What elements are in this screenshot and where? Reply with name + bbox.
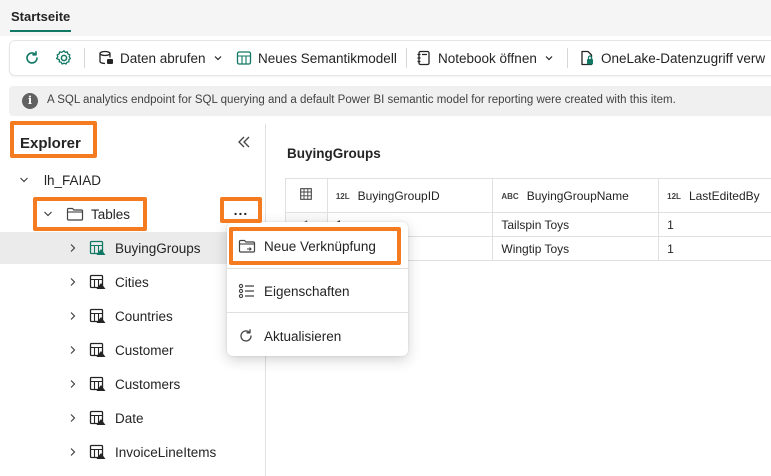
- table-label: InvoiceLineItems: [115, 444, 217, 460]
- table-label: Countries: [115, 308, 173, 324]
- explorer-title: Explorer: [20, 135, 81, 152]
- tree-item-lakehouse[interactable]: lh_FAIAD: [0, 164, 266, 196]
- open-notebook-button[interactable]: Notebook öffnen: [416, 41, 553, 75]
- list-icon: [238, 283, 254, 299]
- delta-table-icon: [89, 410, 106, 425]
- folder-link-icon: [238, 239, 256, 253]
- onelake-access-button[interactable]: OneLake-Datenzugriff verw: [579, 41, 765, 75]
- toolbar-separator: [567, 48, 568, 68]
- chevron-right-icon: [70, 380, 76, 388]
- onelake-access-label: OneLake-Datenzugriff verw: [601, 50, 766, 66]
- lakehouse-label: lh_FAIAD: [44, 172, 102, 188]
- table-cell[interactable]: 1: [658, 236, 771, 261]
- semantic-model-icon: [236, 51, 252, 65]
- menu-separator: [227, 268, 408, 269]
- tree-item-table[interactable]: InvoiceLineItems: [0, 436, 266, 468]
- chevron-right-icon: [70, 244, 76, 252]
- column-type-tag: 12L: [335, 191, 350, 201]
- menu-item-new-shortcut[interactable]: Neue Verknüpfung: [227, 229, 408, 263]
- chevron-right-icon: [70, 346, 76, 354]
- column-header[interactable]: 12L BuyingGroupID: [326, 178, 494, 213]
- table-cell[interactable]: 1: [658, 212, 771, 237]
- preview-title: BuyingGroups: [287, 146, 381, 161]
- menu-item-properties[interactable]: Eigenschaften: [227, 274, 408, 308]
- info-banner: i A SQL analytics endpoint for SQL query…: [9, 86, 771, 116]
- chevron-right-icon: [70, 448, 76, 456]
- tables-folder-label: Tables: [91, 206, 131, 222]
- column-name: LastEditedBy: [688, 188, 760, 203]
- get-data-button[interactable]: Daten abrufen: [98, 41, 222, 75]
- table-label: Date: [115, 410, 144, 426]
- menu-item-label: Neue Verknüpfung: [264, 238, 376, 254]
- delta-table-icon: [89, 444, 106, 459]
- settings-toolbar-button[interactable]: [55, 41, 73, 75]
- grid-header-row: 12L BuyingGroupID ABC BuyingGroupName 12L L…: [285, 178, 771, 213]
- delta-table-icon: [89, 240, 106, 255]
- get-data-label: Daten abrufen: [120, 50, 206, 66]
- chevron-down-icon: [20, 177, 28, 183]
- table-label: Cities: [115, 274, 149, 290]
- delta-table-icon: [89, 376, 106, 391]
- table-label: Customers: [115, 376, 181, 392]
- new-semantic-model-button[interactable]: Neues Semantikmodell: [236, 41, 397, 75]
- column-header[interactable]: ABC BuyingGroupName: [492, 178, 660, 213]
- toolbar-separator: [84, 48, 85, 68]
- delta-table-icon: [89, 308, 106, 323]
- tab-home-underline: [10, 30, 71, 32]
- info-icon: i: [22, 93, 38, 109]
- column-name: BuyingGroupName: [526, 188, 629, 203]
- gear-icon: [55, 50, 72, 65]
- table-label: Customer: [115, 342, 174, 358]
- column-name: BuyingGroupID: [357, 188, 440, 203]
- column-type-tag: ABC: [501, 191, 519, 201]
- chevron-down-icon: [545, 56, 553, 61]
- notebook-icon: [417, 50, 430, 66]
- delta-table-icon: [89, 342, 106, 357]
- ribbon-tab-strip: Startseite: [0, 0, 771, 36]
- tree-item-table[interactable]: Customers: [0, 368, 266, 400]
- menu-item-label: Eigenschaften: [264, 283, 350, 299]
- tab-home[interactable]: Startseite: [11, 9, 70, 24]
- refresh-icon: [240, 329, 252, 342]
- chevron-right-icon: [70, 278, 76, 286]
- chevron-right-icon: [70, 312, 76, 320]
- menu-item-label: Aktualisieren: [264, 328, 342, 344]
- menu-separator: [227, 312, 408, 313]
- collapse-panel-icon[interactable]: [236, 134, 252, 150]
- refresh-toolbar-button[interactable]: [24, 41, 40, 75]
- folder-icon: [66, 207, 84, 221]
- chevron-down-icon: [214, 56, 221, 61]
- new-semantic-model-label: Neues Semantikmodell: [258, 50, 397, 66]
- column-type-tag: 12L: [667, 191, 681, 201]
- column-header[interactable]: 12L LastEditedBy: [658, 178, 771, 213]
- delta-table-icon: [89, 274, 106, 289]
- info-banner-text: A SQL analytics endpoint for SQL queryin…: [47, 94, 676, 106]
- table-cell[interactable]: Tailspin Toys: [492, 212, 660, 237]
- menu-item-refresh[interactable]: Aktualisieren: [227, 319, 408, 353]
- tree-item-table[interactable]: Date: [0, 402, 266, 434]
- open-notebook-label: Notebook öffnen: [438, 50, 537, 66]
- chevron-down-icon: [44, 211, 52, 217]
- chevron-right-icon: [70, 414, 76, 422]
- database-icon: [99, 50, 113, 65]
- table-cell[interactable]: Wingtip Toys: [492, 236, 660, 261]
- grid-corner-cell[interactable]: [285, 178, 328, 213]
- context-menu: Neue Verknüpfung Eigenschaften Aktualisi…: [227, 222, 408, 356]
- toolbar: Daten abrufen Neues Semantikmodell Noteb…: [9, 40, 771, 76]
- grid-icon: [300, 188, 313, 200]
- toolbar-separator: [406, 48, 407, 68]
- refresh-icon: [26, 51, 38, 64]
- table-label: BuyingGroups: [115, 240, 201, 256]
- lock-file-icon: [581, 50, 593, 66]
- more-options-button[interactable]: ...: [226, 203, 256, 222]
